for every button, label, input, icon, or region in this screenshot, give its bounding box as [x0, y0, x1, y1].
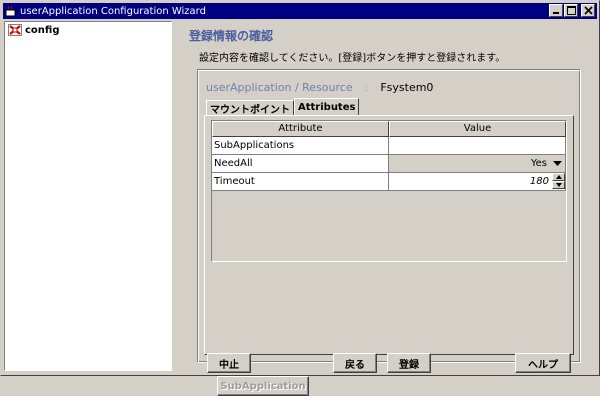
wizard-button-bar: 中止 戻る 登録 ヘルプ — [177, 351, 597, 373]
register-button[interactable]: 登録 — [387, 353, 431, 373]
attribute-cell[interactable]: NeedAll — [212, 155, 389, 173]
table-row[interactable]: NeedAll Yes — [212, 155, 566, 173]
resource-group: userApplication / Resource : Fsystem0 マウ… — [197, 69, 581, 396]
tab-strip: マウントポイント Attributes — [206, 98, 360, 116]
chevron-down-icon[interactable] — [553, 161, 562, 167]
tab-attributes[interactable]: Attributes — [294, 98, 360, 115]
wizard-window: userApplication Configuration Wizard con… — [0, 0, 600, 396]
close-button[interactable] — [581, 4, 595, 17]
tree-item-label: config — [25, 24, 60, 36]
config-node-icon — [8, 24, 22, 36]
arrow-up-icon — [556, 175, 562, 179]
timeout-spinner-field[interactable]: 180 — [389, 173, 566, 191]
table-row[interactable]: SubApplications — [212, 137, 566, 155]
arrow-down-icon — [556, 183, 562, 187]
spinner-down-button[interactable] — [552, 181, 565, 189]
value-cell[interactable] — [389, 137, 566, 155]
subapplication-button[interactable]: SubApplication — [217, 376, 309, 396]
page-description: 設定内容を確認してください。[登録]ボタンを押すと登録されます。 — [199, 53, 506, 64]
tab-mount-point[interactable]: マウントポイント — [206, 100, 294, 116]
spinner-up-button[interactable] — [552, 173, 565, 181]
window-title: userApplication Configuration Wizard — [20, 5, 206, 17]
close-icon — [584, 6, 593, 15]
tree-panel[interactable]: config — [4, 21, 172, 371]
cancel-button[interactable]: 中止 — [207, 353, 251, 373]
needall-combo[interactable]: Yes — [389, 155, 566, 173]
resource-line: userApplication / Resource : Fsystem0 — [206, 81, 433, 94]
minimize-icon — [553, 12, 559, 14]
table-row[interactable]: Timeout 180 — [212, 173, 566, 191]
spinner-buttons — [552, 173, 565, 190]
maximize-button[interactable] — [564, 4, 578, 17]
help-button[interactable]: ヘルプ — [515, 353, 571, 373]
attribute-cell[interactable]: Timeout — [212, 173, 389, 191]
attributes-table: Attribute Value SubApplications NeedAll … — [211, 120, 567, 262]
tree-item-config[interactable]: config — [8, 24, 60, 36]
combo-value: Yes — [530, 158, 547, 169]
column-header-value[interactable]: Value — [389, 121, 566, 137]
attribute-cell[interactable]: SubApplications — [212, 137, 389, 155]
resource-path: userApplication / Resource — [206, 81, 353, 94]
java-app-icon — [5, 5, 17, 17]
spinner-value: 180 — [529, 176, 549, 187]
content-area: 登録情報の確認 設定内容を確認してください。[登録]ボタンを押すと登録されます。… — [177, 21, 597, 396]
minimize-button[interactable] — [549, 4, 563, 17]
title-bar[interactable]: userApplication Configuration Wizard — [3, 3, 597, 19]
window-controls — [548, 4, 595, 17]
column-header-attribute[interactable]: Attribute — [212, 121, 389, 137]
maximize-icon — [567, 6, 576, 15]
page-title: 登録情報の確認 — [189, 29, 274, 43]
tab-panel-attributes: Attribute Value SubApplications NeedAll … — [204, 115, 574, 396]
resource-separator: : — [364, 81, 369, 94]
table-header: Attribute Value — [212, 121, 566, 137]
back-button[interactable]: 戻る — [333, 353, 377, 373]
resource-name: Fsystem0 — [380, 81, 434, 94]
